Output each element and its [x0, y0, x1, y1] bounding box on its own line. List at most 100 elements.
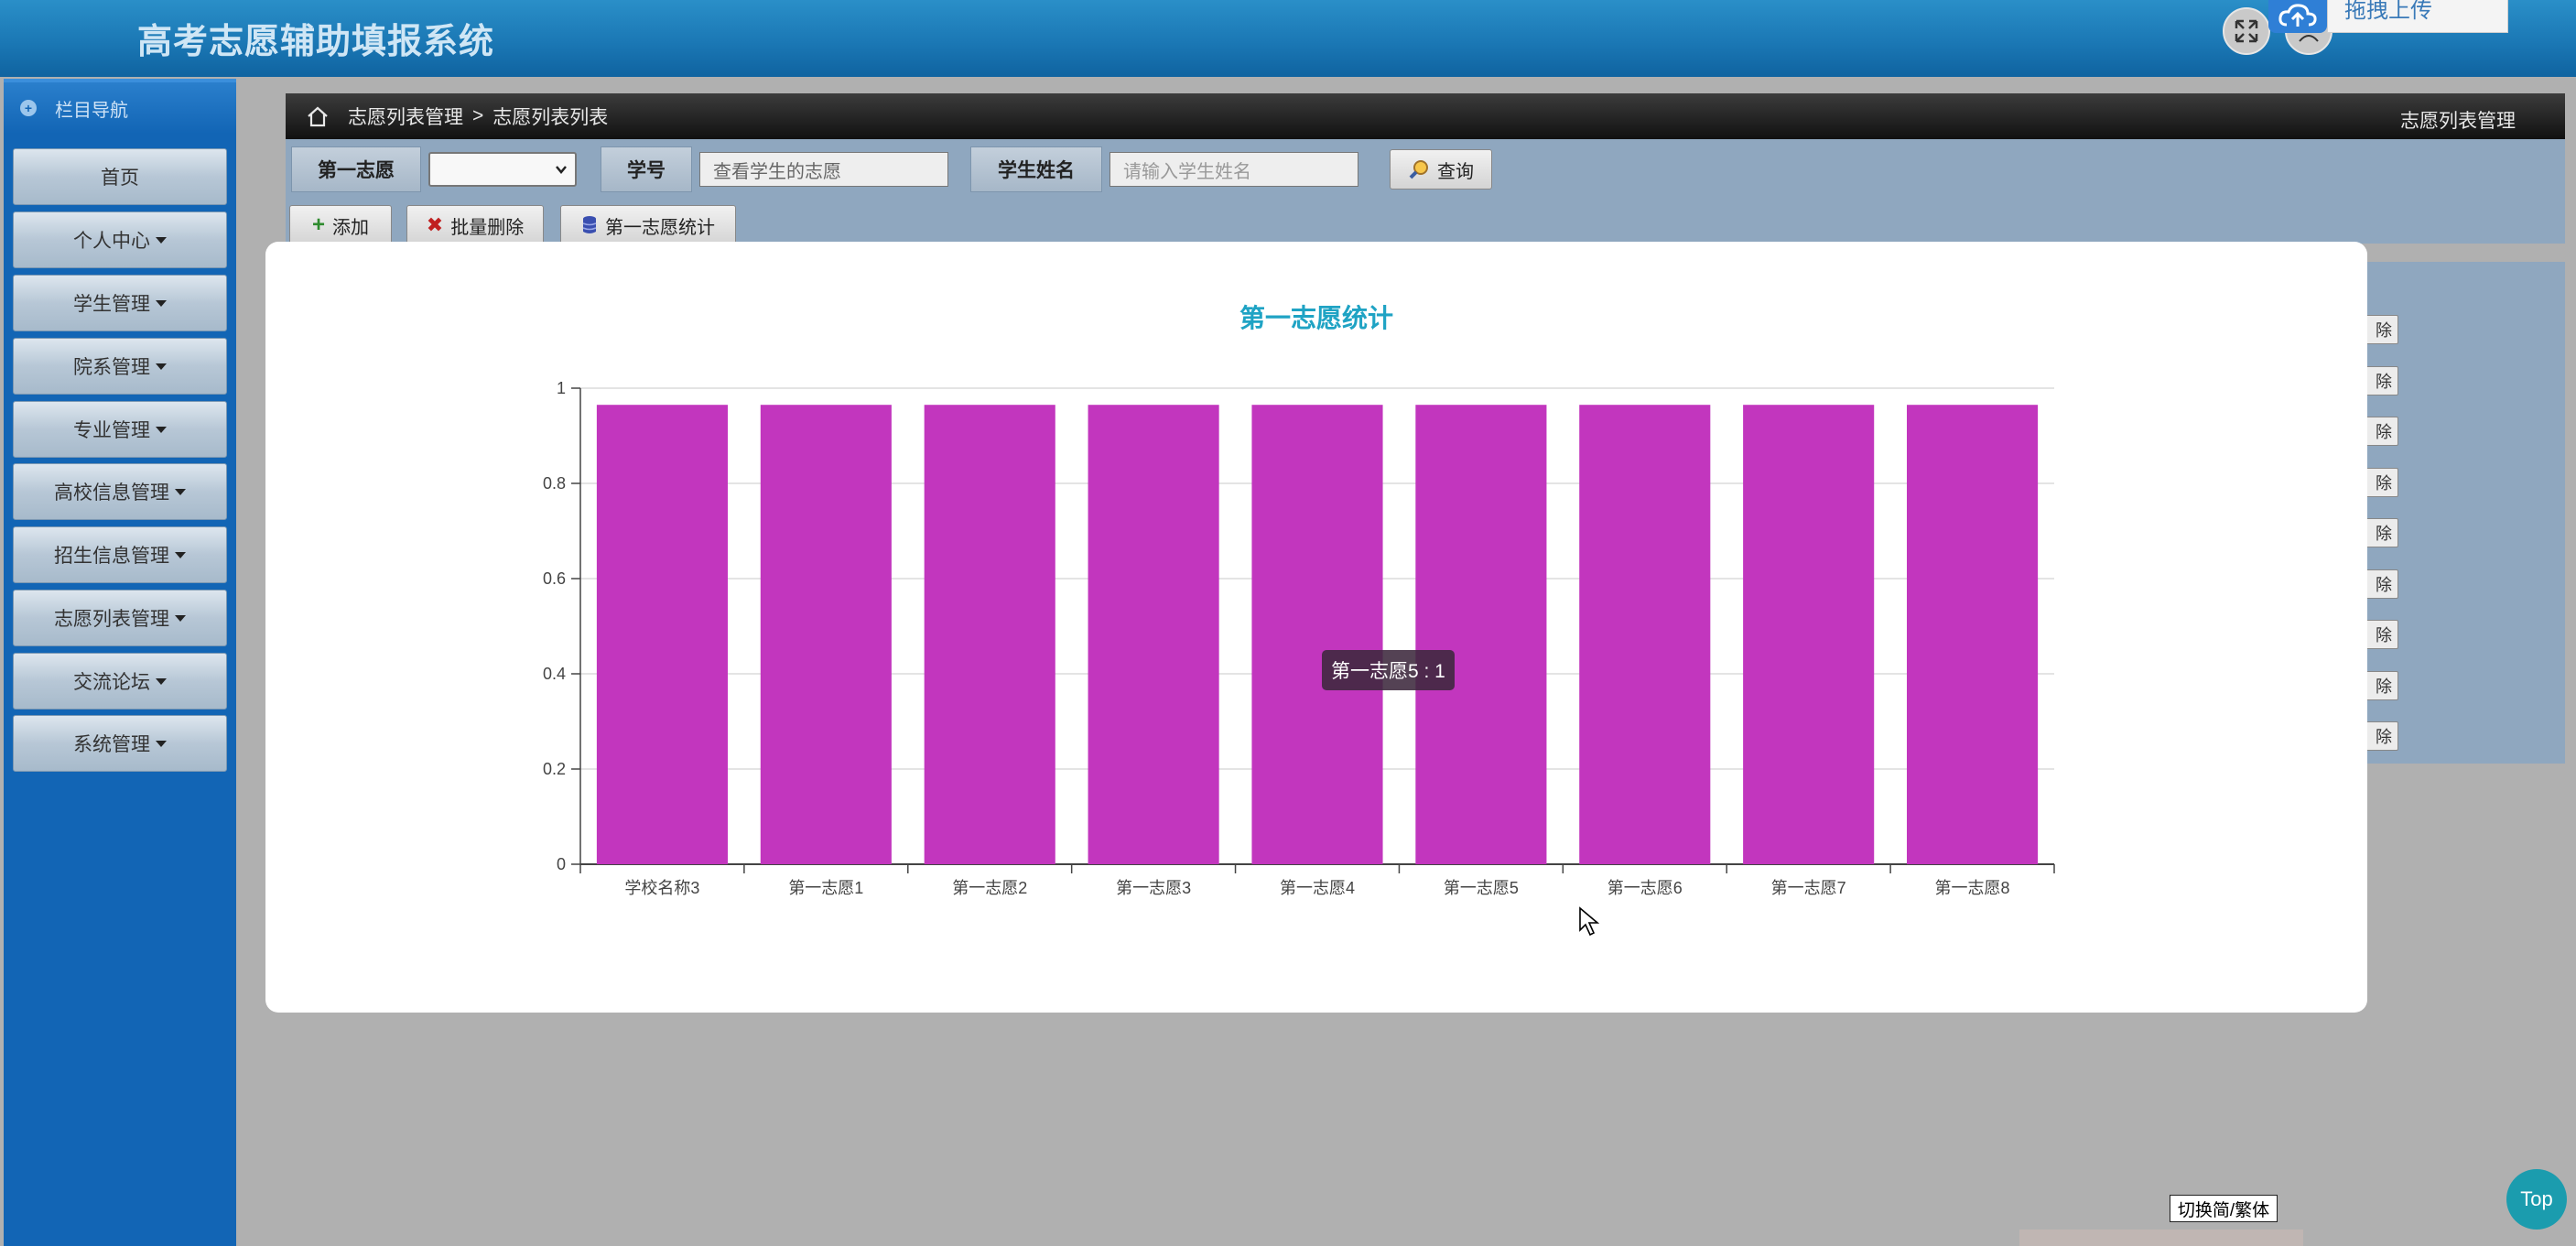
x-tick-label: 学校名称3: [624, 879, 699, 897]
student-id-label: 学号: [601, 146, 692, 192]
student-id-input[interactable]: 查看学生的志愿: [699, 152, 948, 187]
top-header: 高考志愿辅助填报系统 拖拽上传: [0, 0, 2576, 77]
page-section-title: 志愿列表管理: [2400, 111, 2516, 132]
sidebar-item-label: 系统管理: [73, 734, 150, 755]
chevron-down-icon: [556, 166, 567, 174]
plus-circle-icon: +: [20, 100, 37, 116]
database-icon: [582, 216, 597, 233]
input-method-toolbar: [2019, 1230, 2303, 1246]
back-to-top-button[interactable]: Top: [2506, 1169, 2567, 1230]
x-tick-label: 第一志愿1: [788, 879, 863, 897]
sidebar-item-label: 交流论坛: [73, 672, 150, 693]
y-tick-label: 1: [557, 379, 566, 397]
caret-down-icon: [156, 299, 167, 307]
sidebar-item-1[interactable]: 个人中心: [13, 211, 227, 268]
bar-chart: 0 0.2 0.4 0.6 0.8 1 学校名称3 第一志愿1 第一志愿2 第一志愿3 第一志愿4 第…: [543, 379, 2055, 897]
cloud-upload-badge[interactable]: [2268, 0, 2327, 33]
row-delete-button[interactable]: 除: [2365, 417, 2398, 446]
breadcrumb: 志愿列表管理 > 志愿列表列表 志愿列表管理: [286, 93, 2565, 139]
plus-icon: +: [311, 212, 325, 237]
delete-x-icon: ✖: [426, 213, 444, 236]
sidebar-item-6[interactable]: 招生信息管理: [13, 526, 227, 583]
y-tick-label: 0.4: [543, 665, 566, 683]
add-button-label: 添加: [332, 217, 369, 238]
caret-down-icon: [175, 614, 186, 622]
sidebar-header-label: 栏目导航: [55, 100, 128, 121]
x-tick-label: 第一志愿5: [1444, 879, 1519, 897]
batch-delete-label: 批量删除: [450, 217, 525, 238]
row-delete-button[interactable]: 除: [2365, 467, 2398, 497]
row-delete-button[interactable]: 除: [2365, 670, 2398, 700]
home-icon[interactable]: [306, 105, 330, 127]
fullscreen-icon: [2235, 19, 2258, 43]
first-choice-label: 第一志愿: [291, 146, 421, 192]
caret-down-icon: [175, 551, 186, 558]
mouse-cursor-icon: [1579, 906, 1600, 937]
bar: [1579, 405, 1711, 864]
bar: [1088, 405, 1219, 864]
query-button[interactable]: 查询: [1390, 149, 1492, 190]
bar: [1251, 405, 1383, 864]
caret-down-icon: [156, 426, 167, 433]
student-name-label: 学生姓名: [970, 146, 1102, 192]
sidebar-item-5[interactable]: 高校信息管理: [13, 463, 227, 520]
x-tick-label: 第一志愿3: [1116, 879, 1191, 897]
y-tick-label: 0.6: [543, 569, 566, 588]
bar: [1907, 405, 2039, 864]
bar: [596, 405, 728, 864]
breadcrumb-level1[interactable]: 志愿列表管理: [348, 103, 463, 130]
app-title: 高考志愿辅助填报系统: [137, 23, 495, 61]
sidebar-header: + 栏目导航: [4, 82, 236, 134]
bar: [760, 405, 892, 864]
row-delete-button[interactable]: 除: [2365, 365, 2398, 395]
sidebar-item-4[interactable]: 专业管理: [13, 401, 227, 458]
caret-down-icon: [175, 488, 186, 495]
x-tick-label: 第一志愿6: [1607, 879, 1683, 897]
x-tick-label: 第一志愿8: [1935, 879, 2010, 897]
row-delete-button[interactable]: 除: [2365, 569, 2398, 599]
x-tick-label: 第一志愿2: [952, 879, 1027, 897]
sidebar-item-label: 专业管理: [73, 420, 150, 441]
sidebar-item-7[interactable]: 志愿列表管理: [13, 590, 227, 646]
row-delete-button[interactable]: 除: [2365, 620, 2398, 649]
first-choice-stats-button[interactable]: 第一志愿统计: [560, 205, 736, 245]
sidebar-item-0[interactable]: 首页: [13, 148, 227, 205]
batch-delete-button[interactable]: ✖ 批量删除: [406, 205, 544, 245]
y-tick-label: 0: [557, 855, 566, 873]
language-toggle[interactable]: 切换简/繁体: [2170, 1195, 2278, 1222]
breadcrumb-level2: 志愿列表列表: [492, 107, 609, 128]
bar: [1415, 405, 1547, 864]
sidebar-item-label: 学生管理: [73, 294, 150, 315]
stats-button-label: 第一志愿统计: [605, 217, 715, 238]
caret-down-icon: [156, 363, 167, 370]
sidebar-item-label: 招生信息管理: [54, 546, 169, 567]
row-delete-button[interactable]: 除: [2365, 315, 2398, 344]
caret-down-icon: [156, 236, 167, 244]
first-choice-select[interactable]: [428, 152, 577, 187]
row-delete-button[interactable]: 除: [2365, 721, 2398, 751]
breadcrumb-separator: >: [472, 105, 484, 126]
sidebar-item-3[interactable]: 院系管理: [13, 338, 227, 395]
cloud-upload-icon: [2278, 4, 2317, 27]
stats-modal: 第一志愿统计 0 0.2 0.4 0.6 0.8 1 学校名称3 第一志愿1 第一志愿2 第一志愿…: [265, 242, 2367, 1013]
sidebar-item-label: 志愿列表管理: [54, 609, 169, 630]
add-button[interactable]: + 添加: [289, 205, 392, 245]
chart-tooltip: 第一志愿5 : 1: [1322, 650, 1455, 690]
row-delete-button[interactable]: 除: [2365, 518, 2398, 547]
sidebar-item-label: 高校信息管理: [54, 482, 169, 504]
x-tick-label: 第一志愿4: [1280, 879, 1355, 897]
sidebar-item-label: 院系管理: [73, 357, 150, 378]
caret-down-icon: [156, 740, 167, 747]
fullscreen-button[interactable]: [2223, 7, 2270, 55]
bar: [924, 405, 1055, 864]
sidebar-item-label: 首页: [101, 168, 139, 189]
drag-upload-label[interactable]: 拖拽上传: [2327, 0, 2508, 33]
student-name-input[interactable]: 请输入学生姓名: [1109, 152, 1358, 187]
sidebar-item-9[interactable]: 系统管理: [13, 715, 227, 772]
query-button-label: 查询: [1437, 161, 1474, 182]
x-tick-label: 第一志愿7: [1771, 879, 1846, 897]
sidebar-item-8[interactable]: 交流论坛: [13, 653, 227, 710]
y-tick-label: 0.2: [543, 760, 566, 778]
search-icon: [1409, 160, 1428, 179]
sidebar-item-2[interactable]: 学生管理: [13, 275, 227, 331]
